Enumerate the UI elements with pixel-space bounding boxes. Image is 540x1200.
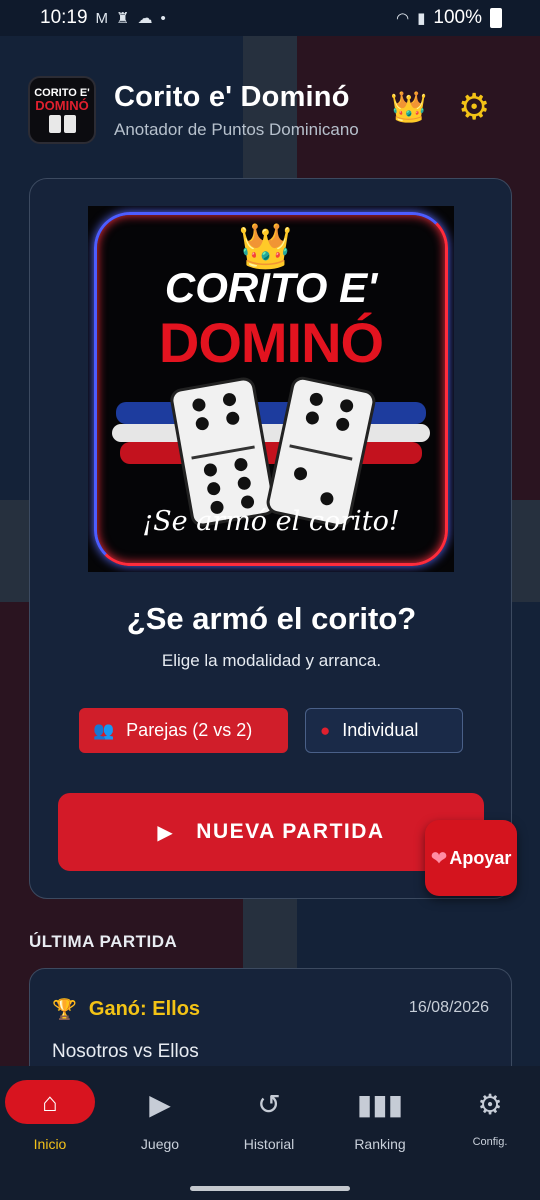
last-game-teams: Nosotros vs Ellos (52, 1041, 199, 1062)
bottom-navigation: ⌂ Inicio ▶ Juego ↺ Historial ▮▮▮ Ranking… (0, 1066, 540, 1200)
gear-icon: ⚙ (477, 1088, 503, 1120)
support-button[interactable]: ❤ Apoyar (425, 820, 517, 896)
support-label: Apoyar (449, 847, 512, 868)
history-icon: ↺ (257, 1088, 281, 1120)
gmail-icon: M (95, 9, 109, 27)
nav-label: Juego (140, 1136, 180, 1152)
bar-chart-icon: ▮▮▮ (356, 1088, 404, 1120)
play-icon: ▶ (157, 821, 175, 844)
hero-tagline: ¡Se armó el corito! (142, 506, 400, 537)
status-time: 10:19 (40, 7, 88, 28)
nav-label: Ranking (354, 1136, 406, 1152)
app-header: CORITO E' DOMINÓ Corito e' Dominó Anotad… (28, 76, 512, 144)
battery-icon (490, 8, 502, 28)
main-card: 👑 CORITO E' DOMINÓ ¡Se armó el corito! ¿… (29, 178, 512, 899)
nav-item-ranking[interactable]: ▮▮▮ Ranking (325, 1080, 435, 1153)
group-icon: 👥 (93, 720, 115, 740)
mode-pairs-button[interactable]: 👥 Parejas (2 vs 2) (79, 708, 288, 753)
trophy-icon: 🏆 (52, 999, 77, 1021)
nav-item-historial[interactable]: ↺ Historial (214, 1080, 324, 1153)
app-logo: CORITO E' DOMINÓ (28, 76, 96, 144)
hero-title-top: CORITO E' (164, 264, 378, 311)
nav-label: Historial (243, 1136, 295, 1152)
winner-text: Ganó: Ellos (88, 998, 201, 1020)
nav-label: Config. (472, 1136, 508, 1148)
status-bar: 10:19 M ♜ ☁ • ◠ ▮ 100% (0, 0, 540, 36)
new-game-label: NUEVA PARTIDA (196, 820, 385, 843)
hero-title-main: DOMINÓ (158, 311, 384, 374)
nav-item-juego[interactable]: ▶ Juego (105, 1080, 215, 1153)
last-game-section-title: ÚLTIMA PARTIDA (29, 932, 178, 951)
signal-icon: ▮ (417, 10, 426, 27)
app-subtitle: Anotador de Puntos Dominicano (114, 119, 359, 139)
home-icon: ⌂ (5, 1080, 95, 1124)
person-icon: ● (320, 720, 331, 740)
card-headline: ¿Se armó el corito? (126, 601, 417, 636)
nav-item-config[interactable]: ⚙ Config. (435, 1080, 540, 1149)
settings-gear-icon[interactable]: ⚙ (458, 86, 490, 128)
nav-item-inicio[interactable]: ⌂ Inicio (0, 1080, 105, 1152)
heart-icon: ❤ (430, 847, 448, 870)
cloud-icon: ☁ (137, 10, 153, 27)
play-circle-icon: ▶ (149, 1088, 171, 1120)
card-subheadline: Elige la modalidad y arranca. (161, 651, 382, 670)
nav-label: Inicio (33, 1136, 67, 1152)
app-title: Corito e' Dominó (114, 80, 350, 113)
dot-icon: • (160, 9, 166, 27)
mode-pairs-label: Parejas (2 vs 2) (126, 720, 253, 740)
mode-individual-button[interactable]: ● Individual (305, 708, 463, 753)
mode-individual-label: Individual (342, 720, 419, 740)
new-game-button[interactable]: ▶ NUEVA PARTIDA (58, 793, 484, 871)
hero-logo-image: 👑 CORITO E' DOMINÓ ¡Se armó el corito! (88, 206, 454, 572)
last-game-date: 16/08/2026 (408, 999, 489, 1016)
gesture-handle[interactable] (190, 1186, 350, 1191)
wifi-icon: ◠ (396, 10, 410, 27)
battery-level: 100% (433, 7, 482, 28)
crown-icon[interactable]: 👑 (390, 90, 427, 125)
chess-icon: ♜ (116, 10, 130, 27)
